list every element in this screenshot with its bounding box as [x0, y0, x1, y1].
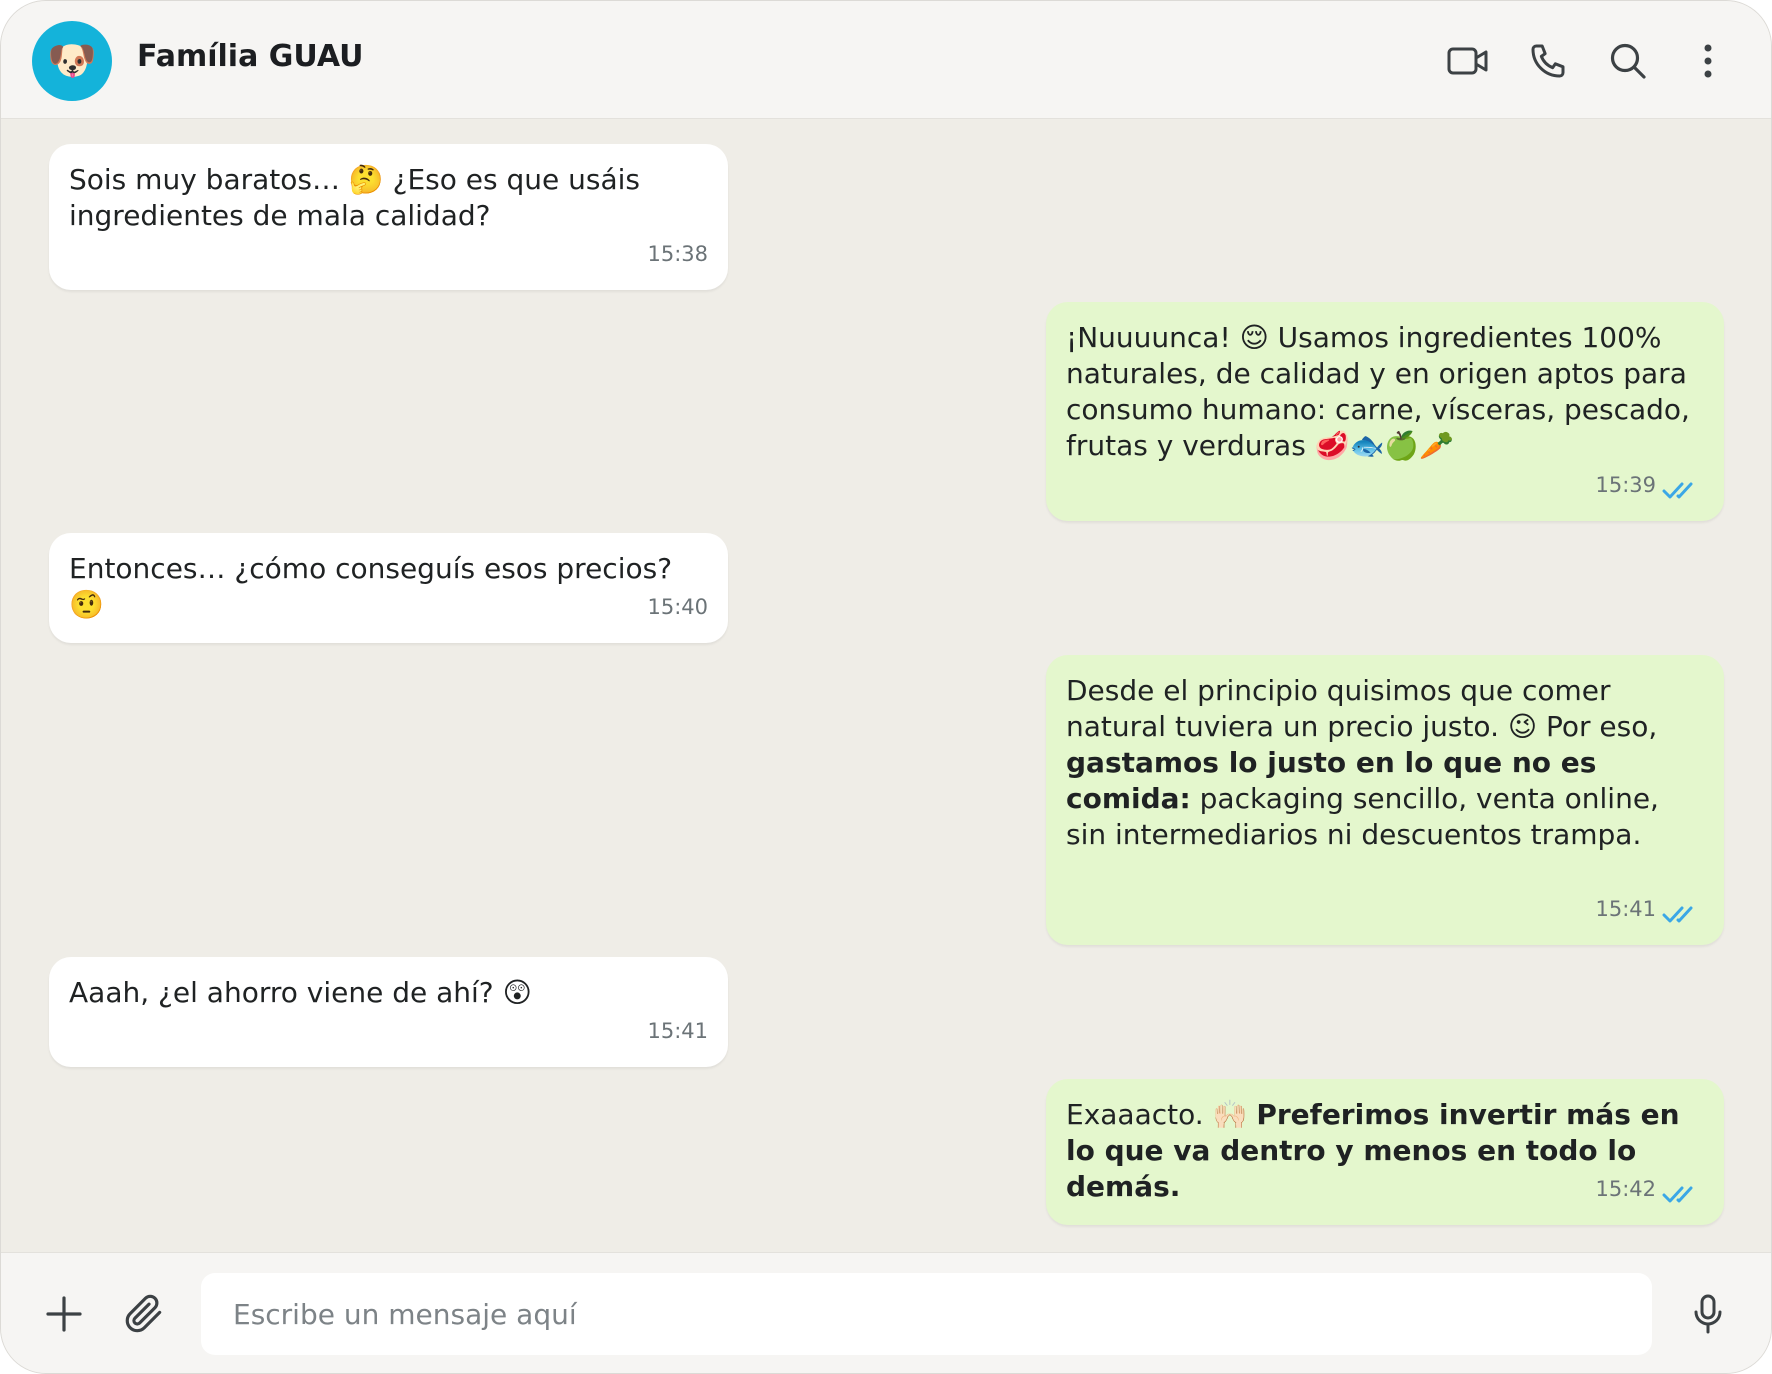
incoming-message[interactable]: Entonces… ¿cómo conseguís esos precios? …: [49, 533, 728, 643]
message-input[interactable]: [201, 1273, 1652, 1355]
message-time: 15:39: [1595, 473, 1656, 497]
outgoing-message[interactable]: Exaaacto. 🙌🏻 Preferimos invertir más en …: [1046, 1079, 1724, 1225]
message-time: 15:42: [1595, 1177, 1656, 1201]
outgoing-message[interactable]: Desde el principio quisimos que comer na…: [1046, 655, 1724, 945]
voice-call-icon[interactable]: [1524, 37, 1572, 85]
chat-window: 🐶 Família GUAU Sois muy baratos… 🤔 ¿Eso …: [0, 0, 1772, 1374]
read-receipt-icon: [1662, 1186, 1693, 1203]
composer-bar: [1, 1252, 1771, 1373]
message-text-part: Desde el principio quisimos que comer na…: [1066, 674, 1658, 743]
more-options-icon[interactable]: [1684, 37, 1732, 85]
message-time: 15:41: [1595, 897, 1656, 921]
incoming-message[interactable]: Aaah, ¿el ahorro viene de ahí? 😲 15:41: [49, 957, 728, 1067]
microphone-icon[interactable]: [1684, 1290, 1732, 1338]
message-text: ¡Nuuuunca! 😌 Usamos ingredientes 100% na…: [1066, 321, 1690, 462]
attach-icon[interactable]: [120, 1290, 168, 1338]
plus-icon[interactable]: [40, 1290, 88, 1338]
video-call-icon[interactable]: [1444, 37, 1492, 85]
read-receipt-icon: [1662, 482, 1693, 499]
avatar[interactable]: 🐶: [32, 21, 112, 101]
message-text-part: Exaaacto. 🙌🏻: [1066, 1098, 1257, 1131]
message-time: 15:41: [647, 1019, 708, 1043]
message-text: Desde el principio quisimos que comer na…: [1066, 673, 1706, 853]
message-text: Aaah, ¿el ahorro viene de ahí? 😲: [69, 976, 532, 1009]
chat-header: 🐶 Família GUAU: [1, 1, 1771, 119]
chat-title[interactable]: Família GUAU: [137, 39, 364, 74]
message-text: Sois muy baratos… 🤔 ¿Eso es que usáis in…: [69, 163, 641, 232]
message-time: 15:38: [647, 242, 708, 266]
outgoing-message[interactable]: ¡Nuuuunca! 😌 Usamos ingredientes 100% na…: [1046, 302, 1724, 521]
read-receipt-icon: [1662, 906, 1693, 923]
message-time: 15:40: [647, 595, 708, 619]
incoming-message[interactable]: Sois muy baratos… 🤔 ¿Eso es que usáis in…: [49, 144, 728, 290]
message-text: Entonces… ¿cómo conseguís esos precios? …: [69, 552, 673, 621]
search-icon[interactable]: [1604, 37, 1652, 85]
